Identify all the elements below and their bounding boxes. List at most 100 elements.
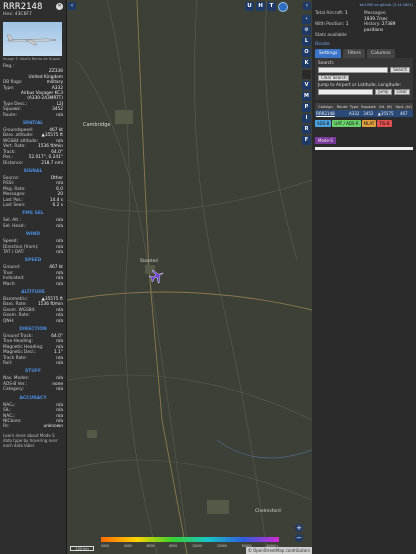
zoom-in-icon[interactable]: + [295,524,303,532]
sidebar-panel: tar1090 on github (3.14.1601) Total Airc… [312,0,416,554]
place-label-cambridge: Cambridge [83,122,110,128]
search-area: Search: Search Clear Search Jump to Airp… [315,57,413,100]
table-cell: 3452 [360,109,377,117]
messages-value: 1939.7/sec [364,16,388,22]
side-button-v[interactable]: V [302,81,311,90]
hex-label: Hex: [3,12,14,17]
altitude-legend-label: 2000 [101,544,110,548]
info-sections: SPATIAL Groundspeed: 467 kt Baro. altitude:… [0,121,66,430]
table-header-row: Callsign Route Type Squawk Alt. (ft) Spd. (kt… [315,102,413,110]
jump-label: Jump to Airport or Latitude, Longitude: [318,82,402,88]
jump-input[interactable] [318,88,374,95]
info-row: TAT / OAT: n/a [0,250,66,255]
tab-filters[interactable]: Filters [343,48,365,58]
info-row-label: Distance: [3,160,24,166]
clear-jump-button[interactable]: Clear [393,88,410,95]
section-title-signal: SIGNAL [23,168,43,174]
side-button-r[interactable]: R [302,125,311,134]
map-button-u[interactable]: U [245,2,254,11]
map-button-t[interactable]: T [267,2,276,11]
map-attribution[interactable]: © OpenStreetMap contributors [245,547,312,554]
altitude-color-legend [101,537,279,542]
zoom-controls: + − [295,524,303,542]
table-header-cell[interactable]: Squawk [360,102,377,110]
altitude-legend-label: 6000 [146,544,155,548]
aircraft-photo[interactable] [3,22,62,56]
info-row-label: Roll: [3,361,13,367]
table-header-cell[interactable]: Callsign [315,102,336,110]
table-row[interactable]: RRR2148 A332 3452 ▲35575 467 [315,109,413,117]
jump-button[interactable]: Jump [375,88,392,95]
info-row-value: 6.2 s [52,202,63,208]
field-row-value: n/a [56,112,63,118]
info-row-label: Sel. Head.: [3,223,27,229]
side-button-p[interactable]: P [302,103,311,112]
left-footer-note: Learn more about Mode S data type by hov… [3,432,58,448]
info-row: Distance: 218.7 nmi [0,161,66,166]
altitude-legend-label: 20000 [216,544,227,548]
aircraft-marker-icon[interactable] [149,268,165,284]
side-button-o[interactable]: O [302,48,311,57]
table-cell: A332 [348,109,361,117]
horizontal-scrollbar[interactable] [315,147,413,150]
field-row-label: Route: [3,112,17,118]
map-view[interactable]: Cambridge Stansted Chelmsford ‹ U H T › … [67,0,312,554]
side-button-k[interactable]: K [302,59,311,68]
stats-available-link[interactable]: Stats available [315,33,347,38]
table-header-cell[interactable]: Spd. (kt) [394,102,413,110]
map-scale-bar: 100 km [70,546,94,551]
layers-icon[interactable] [278,2,288,12]
side-button-m[interactable]: M [302,92,311,101]
info-row-label: Rc: [3,424,10,430]
side-button-blank[interactable] [302,70,311,79]
side-button-arrow-left-icon[interactable]: ‹ [302,15,311,24]
side-button-f[interactable]: F [302,136,311,145]
aircraft-info-panel: RRR2148 Hex: 43C6F7 ✕ Image © Adolfo Ben… [0,0,67,554]
map-top-buttons: U H T [245,2,288,12]
search-input[interactable] [318,66,389,73]
collapse-left-arrow-icon[interactable]: ‹ [68,2,76,10]
side-button-l[interactable]: L [302,37,311,46]
messages-label: Messages: [364,11,387,16]
info-row: QNH: n/a [0,319,66,324]
table-header-cell[interactable]: Alt. (ft) [376,102,395,110]
map-button-h[interactable]: H [256,2,265,11]
zoom-out-icon[interactable]: − [295,534,303,542]
tab-settings[interactable]: Settings [315,48,342,58]
table-cell [335,109,349,117]
table-cell: 467 [394,109,413,117]
clear-search-button[interactable]: Clear Search [318,74,350,81]
table-cell: RRR2148 [315,109,336,117]
info-row: Mach: n/a [0,282,66,287]
source-badge: ADS-B [315,119,332,127]
info-row-value: n/a [56,361,63,367]
aircraft-table: Callsign Route Type Squawk Alt. (ft) Spd. (kt… [315,102,413,117]
table-header-cell[interactable]: Route [335,102,349,110]
version-link[interactable]: tar1090 on github (3.14.1601) [312,0,416,9]
with-position-value: 1 [345,22,349,28]
place-label-chelmsford: Chelmsford [255,508,281,514]
total-aircraft-label: Total Aircraft: [315,11,344,16]
panel-tabs: Settings Filters Columns [312,46,416,58]
section-title-accuracy: ACCURACY [19,395,47,401]
field-row-label: Type: [3,85,15,91]
info-row-value: n/a [56,281,63,287]
search-label: Search: [318,60,335,66]
total-aircraft-value: 1 [344,11,348,16]
source-badge: UAT / ADS-R [332,119,361,127]
history-label: History: [364,22,381,28]
tab-columns[interactable]: Columns [366,48,395,58]
field-row: Route: n/a [0,113,66,118]
hex-value: 43C6F7 [14,12,32,17]
field-row-label: Reg.: [3,64,14,69]
with-position-label: With Position: [315,22,345,28]
table-header-cell[interactable]: Type [348,102,361,110]
side-button-gear-icon[interactable]: ⚙ [302,26,311,35]
photo-credit: Image © Adolfo Bento de Urquia [3,57,61,61]
expand-right-arrow-icon[interactable]: › [303,2,311,10]
side-button-i[interactable]: I [302,114,311,123]
place-label-stansted: Stansted [140,258,158,263]
search-button[interactable]: Search [390,66,410,73]
close-icon[interactable]: ✕ [56,3,63,10]
info-row-value: n/a [56,318,63,324]
